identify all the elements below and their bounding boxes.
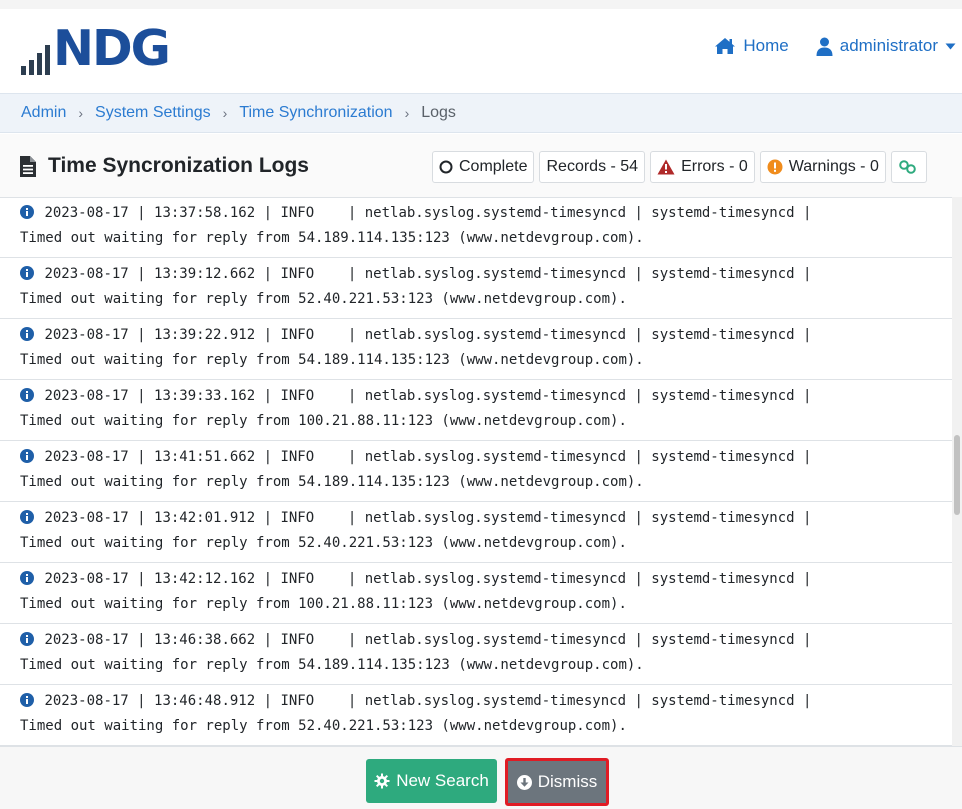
log-line-1: 2023-08-17 | 13:39:22.912 | INFO | netla… [44,327,812,343]
home-link-label: Home [743,36,789,55]
log-line-2: Timed out waiting for reply from 52.40.2… [20,718,627,734]
home-link[interactable]: Home [714,36,789,56]
records-badge: Records - 54 [539,151,646,183]
log-entry: 2023-08-17 | 13:39:33.162 | INFO | netla… [0,380,962,441]
breadcrumb-admin[interactable]: Admin [21,104,66,122]
complete-badge-label: Complete [459,158,528,175]
log-entry: 2023-08-17 | 13:39:12.662 | INFO | netla… [0,258,962,319]
logo-bars [21,45,50,75]
complete-badge: Complete [432,151,535,183]
new-search-label: New Search [396,771,489,790]
file-text-icon [20,155,36,177]
log-line-2: Timed out waiting for reply from 100.21.… [20,413,627,429]
log-entry: 2023-08-17 | 13:41:51.662 | INFO | netla… [0,441,962,502]
user-icon [816,37,833,56]
log-line-2: Timed out waiting for reply from 100.21.… [20,596,627,612]
log-line-1: 2023-08-17 | 13:46:38.662 | INFO | netla… [44,632,812,648]
log-entry: 2023-08-17 | 13:42:12.162 | INFO | netla… [0,563,962,624]
info-icon [20,449,34,463]
log-line-1: 2023-08-17 | 13:46:48.912 | INFO | netla… [44,693,812,709]
exclamation-circle-icon [767,159,783,175]
warnings-badge-label: Warnings - 0 [788,158,879,175]
info-icon [20,327,34,341]
dismiss-label: Dismiss [537,772,598,791]
breadcrumb-separator: › [78,105,84,121]
log-line-2: Timed out waiting for reply from 52.40.2… [20,535,627,551]
link-badge[interactable] [890,151,927,183]
log-line-1: 2023-08-17 | 13:39:33.162 | INFO | netla… [44,388,812,404]
log-line-1: 2023-08-17 | 13:42:12.162 | INFO | netla… [44,571,812,587]
page-header: Time Syncronization Logs Complete Record… [0,134,962,198]
log-line-2: Timed out waiting for reply from 54.189.… [20,230,644,246]
warning-triangle-icon [657,159,675,175]
link-icon [899,160,916,174]
log-entry: 2023-08-17 | 13:39:22.912 | INFO | netla… [0,319,962,380]
log-line-2: Timed out waiting for reply from 54.189.… [20,474,644,490]
log-line-1: 2023-08-17 | 13:39:12.662 | INFO | netla… [44,266,812,282]
breadcrumb-time-synchronization[interactable]: Time Synchronization [239,104,392,122]
log-scrollbar[interactable] [952,197,962,746]
new-search-button[interactable]: New Search [366,759,497,803]
breadcrumb-separator: › [222,105,228,121]
log-entry: 2023-08-17 | 13:37:58.162 | INFO | netla… [0,197,962,258]
logo-text: NDG [53,20,171,77]
log-line-1: 2023-08-17 | 13:37:58.162 | INFO | netla… [44,205,812,221]
navbar: NDG Home administrator [0,9,962,93]
breadcrumb-separator: › [404,105,410,121]
breadcrumb-current: Logs [421,104,456,121]
dismiss-button[interactable]: Dismiss [505,758,609,806]
info-icon [20,510,34,524]
info-icon [20,571,34,585]
page-title-text: Time Syncronization Logs [48,154,309,177]
user-menu-label: administrator [839,36,938,55]
errors-badge[interactable]: Errors - 0 [650,151,755,183]
status-badges: Complete Records - 54 Errors - 0 Warning… [432,151,927,183]
info-icon [20,205,34,219]
log-entry: 2023-08-17 | 13:42:01.912 | INFO | netla… [0,502,962,563]
log-entry: 2023-08-17 | 13:46:38.662 | INFO | netla… [0,624,962,685]
warnings-badge[interactable]: Warnings - 0 [759,151,886,183]
gear-icon [374,773,390,789]
log-line-2: Timed out waiting for reply from 52.40.2… [20,291,627,307]
log-line-1: 2023-08-17 | 13:41:51.662 | INFO | netla… [44,449,812,465]
log-line-1: 2023-08-17 | 13:42:01.912 | INFO | netla… [44,510,812,526]
log-line-2: Timed out waiting for reply from 54.189.… [20,352,644,368]
ndg-logo[interactable]: NDG [21,20,171,77]
home-icon [715,38,736,54]
log-line-2: Timed out waiting for reply from 54.189.… [20,657,644,673]
info-icon [20,632,34,646]
errors-badge-label: Errors - 0 [681,158,748,175]
info-icon [20,693,34,707]
log-entry: 2023-08-17 | 13:46:48.912 | INFO | netla… [0,685,962,746]
arrow-circle-down-icon [516,774,532,790]
breadcrumb-system-settings[interactable]: System Settings [95,104,211,122]
nav-right: Home administrator [714,36,956,56]
info-icon [20,266,34,280]
top-gap [0,0,962,9]
action-footer: New Search Dismiss [0,746,962,809]
caret-down-icon [945,43,956,49]
circle-outline-icon [439,160,453,174]
log-list: 2023-08-17 | 13:37:58.162 | INFO | netla… [0,197,962,746]
user-menu[interactable]: administrator [816,36,956,56]
breadcrumb: Admin › System Settings › Time Synchroni… [0,93,962,133]
records-badge-label: Records - 54 [546,158,639,175]
page-title: Time Syncronization Logs [20,154,309,178]
scrollbar-thumb[interactable] [954,435,960,515]
info-icon [20,388,34,402]
